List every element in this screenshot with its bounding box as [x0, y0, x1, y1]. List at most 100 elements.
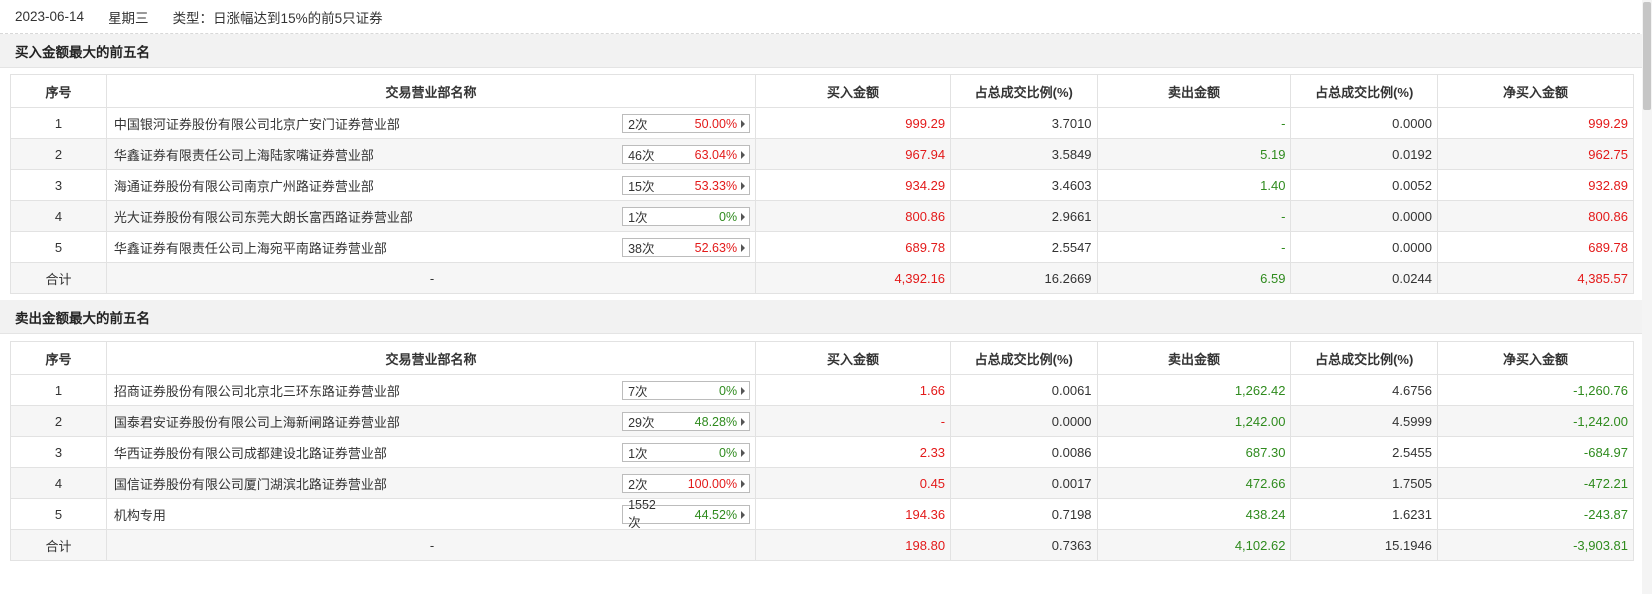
total-sell-ratio: 15.1946 — [1290, 529, 1438, 561]
broker-name-link[interactable]: 光大证券股份有限公司东莞大朗长富西路证券营业部 — [114, 210, 413, 225]
table-row: 1 招商证券股份有限公司北京北三环东路证券营业部 7次 0% 1.66 0.0061 1,2… — [10, 374, 1635, 406]
sell-amount: 1,262.42 — [1096, 374, 1292, 406]
listing-times: 1次 — [628, 447, 648, 461]
caret-right-icon — [741, 181, 746, 190]
caret-right-icon — [741, 150, 746, 159]
buy-amount: 999.29 — [755, 107, 952, 139]
sell-ratio: 0.0052 — [1290, 169, 1438, 201]
broker-name-link[interactable]: 华鑫证券有限责任公司上海陆家嘴证券营业部 — [114, 148, 374, 163]
sell-ratio: 0.0000 — [1290, 107, 1438, 139]
broker-name-link[interactable]: 华鑫证券有限责任公司上海宛平南路证券营业部 — [114, 241, 387, 256]
broker-cell[interactable]: 海通证券股份有限公司南京广州路证券营业部 15次 53.33% — [105, 169, 757, 201]
col-buy-amount: 买入金额 — [755, 341, 952, 375]
broker-stat-button[interactable]: 2次 100.00% — [622, 474, 751, 493]
col-index: 序号 — [10, 341, 107, 375]
col-broker-name: 交易营业部名称 — [105, 74, 757, 108]
broker-stat-button[interactable]: 15次 53.33% — [622, 176, 751, 195]
row-index: 5 — [10, 231, 107, 263]
broker-stat-button[interactable]: 46次 63.04% — [622, 145, 751, 164]
buy-ratio: 3.5849 — [950, 138, 1098, 170]
page-scrollbar[interactable] — [1642, 0, 1652, 594]
broker-stat-button[interactable]: 2次 50.00% — [622, 114, 751, 133]
total-sell-amount: 4,102.62 — [1096, 529, 1292, 561]
broker-stat-button[interactable]: 1552次 44.52% — [622, 498, 751, 530]
scrollbar-thumb[interactable] — [1643, 2, 1651, 110]
broker-stat-button[interactable]: 29次 48.28% — [622, 412, 751, 431]
sell-amount: - — [1096, 107, 1292, 139]
broker-name-link[interactable]: 国信证券股份有限公司厦门湖滨北路证券营业部 — [114, 477, 387, 492]
sell-top5-table: 序号 交易营业部名称 买入金额 占总成交比例(%) 卖出金额 占总成交比例(%)… — [10, 341, 1635, 561]
row-index: 4 — [10, 200, 107, 232]
broker-stat-button[interactable]: 1次 0% — [622, 207, 751, 226]
buy-ratio: 3.4603 — [950, 169, 1098, 201]
broker-cell[interactable]: 中国银河证券股份有限公司北京广安门证券营业部 2次 50.00% — [105, 107, 757, 139]
col-buy-ratio: 占总成交比例(%) — [950, 341, 1098, 375]
buy-section-title: 买入金额最大的前五名 — [0, 34, 1643, 68]
broker-cell[interactable]: 华鑫证券有限责任公司上海宛平南路证券营业部 38次 52.63% — [105, 231, 757, 263]
table-row: 4 光大证券股份有限公司东莞大朗长富西路证券营业部 1次 0% 800.86 2.9661… — [10, 200, 1635, 232]
broker-cell[interactable]: 华西证券股份有限公司成都建设北路证券营业部 1次 0% — [105, 436, 757, 468]
table-row: 3 华西证券股份有限公司成都建设北路证券营业部 1次 0% 2.33 0.0086 687.… — [10, 436, 1635, 468]
buy-amount: 934.29 — [755, 169, 952, 201]
total-buy-ratio: 16.2669 — [950, 262, 1098, 294]
broker-name-link[interactable]: 机构专用 — [114, 508, 166, 523]
broker-cell[interactable]: 光大证券股份有限公司东莞大朗长富西路证券营业部 1次 0% — [105, 200, 757, 232]
broker-cell[interactable]: 国泰君安证券股份有限公司上海新闸路证券营业部 29次 48.28% — [105, 405, 757, 437]
table-row: 5 机构专用 1552次 44.52% 194.36 0.7198 438.24 1.6231… — [10, 498, 1635, 530]
sell-ratio: 4.6756 — [1290, 374, 1438, 406]
win-rate: 0% — [719, 209, 738, 224]
listing-times: 46次 — [628, 149, 655, 163]
net-buy-amount: -472.21 — [1436, 467, 1635, 499]
listing-times: 38次 — [628, 242, 655, 256]
buy-amount: 800.86 — [755, 200, 952, 232]
col-net-buy: 净买入金额 — [1436, 74, 1635, 108]
total-net-buy: -3,903.81 — [1436, 529, 1635, 561]
total-sell-amount: 6.59 — [1096, 262, 1292, 294]
total-buy-amount: 198.80 — [755, 529, 952, 561]
broker-stat-button[interactable]: 38次 52.63% — [622, 238, 751, 257]
sell-amount: 1.40 — [1096, 169, 1292, 201]
net-buy-amount: -1,260.76 — [1436, 374, 1635, 406]
sell-ratio: 1.6231 — [1290, 498, 1438, 530]
row-index: 5 — [10, 498, 107, 530]
row-index: 1 — [10, 374, 107, 406]
broker-name-link[interactable]: 华西证券股份有限公司成都建设北路证券营业部 — [114, 446, 387, 461]
caret-right-icon — [741, 212, 746, 221]
total-label: 合计 — [10, 529, 107, 561]
sell-ratio: 0.0192 — [1290, 138, 1438, 170]
broker-cell[interactable]: 国信证券股份有限公司厦门湖滨北路证券营业部 2次 100.00% — [105, 467, 757, 499]
broker-stat-button[interactable]: 1次 0% — [622, 443, 751, 462]
net-buy-amount: 962.75 — [1436, 138, 1635, 170]
row-index: 2 — [10, 405, 107, 437]
table-header-row: 序号 交易营业部名称 买入金额 占总成交比例(%) 卖出金额 占总成交比例(%)… — [10, 74, 1635, 108]
win-rate: 50.00% — [694, 116, 738, 131]
broker-cell[interactable]: 招商证券股份有限公司北京北三环东路证券营业部 7次 0% — [105, 374, 757, 406]
broker-stat-button[interactable]: 7次 0% — [622, 381, 751, 400]
total-name: - — [105, 262, 757, 294]
broker-name-link[interactable]: 海通证券股份有限公司南京广州路证券营业部 — [114, 179, 374, 194]
buy-ratio: 2.9661 — [950, 200, 1098, 232]
type-label: 类型： — [172, 10, 214, 26]
win-rate: 48.28% — [694, 414, 738, 429]
total-name: - — [105, 529, 757, 561]
trade-date: 2023-06-14 — [15, 9, 85, 24]
row-index: 3 — [10, 169, 107, 201]
col-buy-ratio: 占总成交比例(%) — [950, 74, 1098, 108]
net-buy-amount: 932.89 — [1436, 169, 1635, 201]
total-buy-ratio: 0.7363 — [950, 529, 1098, 561]
broker-cell[interactable]: 华鑫证券有限责任公司上海陆家嘴证券营业部 46次 63.04% — [105, 138, 757, 170]
broker-name-link[interactable]: 招商证券股份有限公司北京北三环东路证券营业部 — [114, 384, 400, 399]
type-value: 日涨幅达到15%的前5只证券 — [213, 10, 383, 26]
top-info-bar: 2023-06-14 星期三 类型： 日涨幅达到15%的前5只证券 — [0, 0, 1640, 34]
buy-ratio: 0.0086 — [950, 436, 1098, 468]
win-rate: 100.00% — [687, 476, 738, 491]
buy-amount: 2.33 — [755, 436, 952, 468]
buy-amount: 967.94 — [755, 138, 952, 170]
broker-name-link[interactable]: 中国银河证券股份有限公司北京广安门证券营业部 — [114, 117, 400, 132]
broker-cell[interactable]: 机构专用 1552次 44.52% — [105, 498, 757, 530]
buy-amount: 689.78 — [755, 231, 952, 263]
broker-name-link[interactable]: 国泰君安证券股份有限公司上海新闸路证券营业部 — [114, 415, 400, 430]
caret-right-icon — [741, 510, 746, 519]
sell-amount: 5.19 — [1096, 138, 1292, 170]
sell-ratio: 1.7505 — [1290, 467, 1438, 499]
